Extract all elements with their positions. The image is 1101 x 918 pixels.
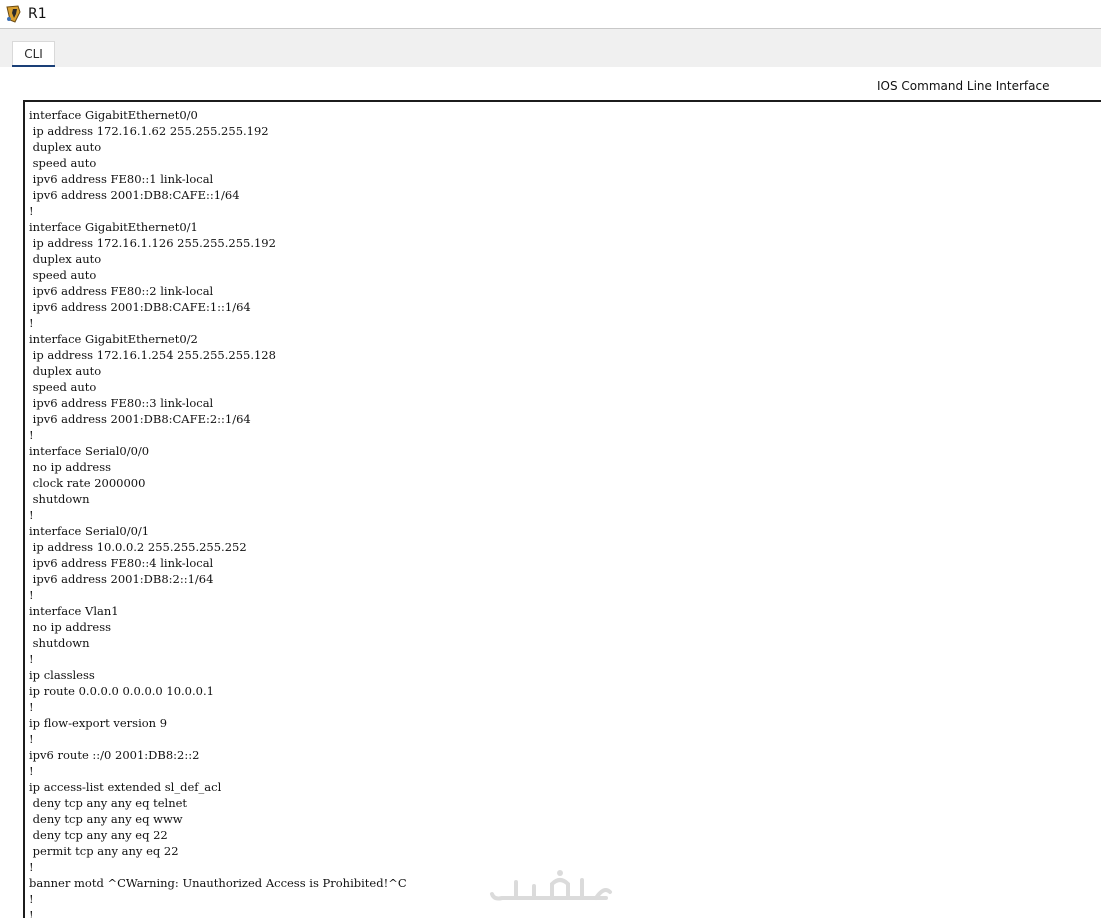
tab-cli[interactable]: CLI [12, 41, 55, 67]
cli-panel: IOS Command Line Interface interface Gig… [0, 67, 1101, 918]
window-title: R1 [28, 6, 47, 22]
cli-terminal[interactable]: interface GigabitEthernet0/0 ip address … [23, 100, 1101, 918]
tab-cli-label: CLI [24, 47, 43, 61]
cli-output[interactable]: interface GigabitEthernet0/0 ip address … [29, 107, 407, 918]
cli-header: IOS Command Line Interface [877, 79, 1050, 93]
app-window: R1 CLI IOS Command Line Interface interf… [0, 0, 1101, 918]
tab-bar: CLI [0, 29, 1101, 67]
title-bar: R1 [0, 0, 1101, 29]
khamsat-watermark-logo [486, 866, 616, 906]
router-icon [4, 4, 24, 24]
